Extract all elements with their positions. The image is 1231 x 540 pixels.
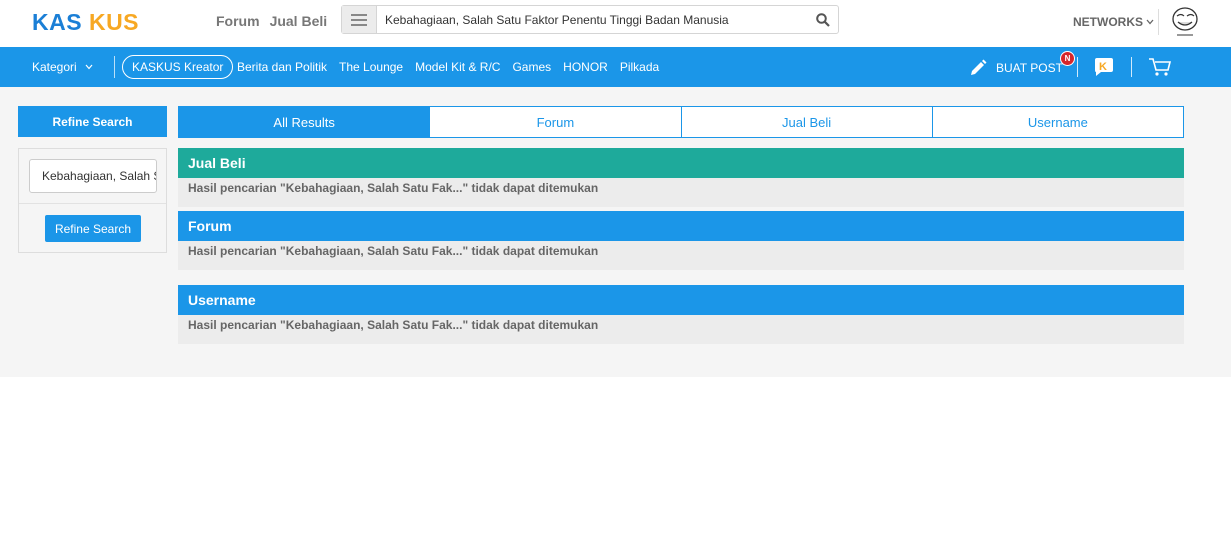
- nav-link-berita-politik[interactable]: Berita dan Politik: [237, 60, 327, 74]
- section-title: Username: [178, 285, 1184, 315]
- buat-post-button[interactable]: BUAT POST: [968, 58, 1063, 78]
- divider: [1131, 57, 1132, 77]
- search-icon[interactable]: [808, 6, 838, 33]
- hamburger-menu-icon[interactable]: [342, 6, 377, 33]
- section-username: Username Hasil pencarian "Kebahagiaan, S…: [178, 285, 1184, 344]
- section-title: Jual Beli: [178, 148, 1184, 178]
- search-results-area: Refine Search Kebahagiaan, Salah Satu Fa…: [0, 87, 1231, 377]
- search-box: Kebahagiaan, Salah Satu Faktor Penentu T…: [341, 5, 839, 34]
- search-input[interactable]: Kebahagiaan, Salah Satu Faktor Penentu T…: [377, 13, 808, 27]
- no-result-message: Hasil pencarian "Kebahagiaan, Salah Satu…: [178, 241, 1184, 270]
- divider: [19, 203, 166, 204]
- notification-badge: N: [1060, 51, 1075, 66]
- category-links: Berita dan Politik The Lounge Model Kit …: [237, 60, 671, 74]
- cart-icon[interactable]: [1148, 57, 1172, 77]
- kategori-dropdown[interactable]: Kategori: [32, 60, 93, 74]
- nav-link-games[interactable]: Games: [512, 60, 551, 74]
- no-result-message: Hasil pencarian "Kebahagiaan, Salah Satu…: [178, 178, 1184, 207]
- networks-dropdown[interactable]: NETWORKS: [1073, 15, 1154, 29]
- nav-link-pilkada[interactable]: Pilkada: [620, 60, 659, 74]
- svg-text:KAS KUS: KAS KUS: [32, 11, 139, 33]
- divider: [114, 56, 115, 78]
- chevron-down-icon: [1146, 19, 1154, 25]
- section-title: Forum: [178, 211, 1184, 241]
- no-result-message: Hasil pencarian "Kebahagiaan, Salah Satu…: [178, 315, 1184, 344]
- top-nav: Forum Jual Beli: [216, 13, 327, 29]
- kaskus-chat-icon[interactable]: K: [1093, 57, 1115, 77]
- nav-link-honor[interactable]: HONOR: [563, 60, 608, 74]
- tab-forum[interactable]: Forum: [429, 107, 680, 137]
- kaskus-kreator-button[interactable]: KASKUS Kreator: [122, 55, 234, 79]
- user-avatar[interactable]: [1169, 4, 1201, 38]
- pencil-icon: [971, 59, 987, 75]
- buat-post-label: BUAT POST: [996, 61, 1063, 75]
- tab-jual-beli[interactable]: Jual Beli: [680, 107, 932, 137]
- section-jual-beli: Jual Beli Hasil pencarian "Kebahagiaan, …: [178, 148, 1184, 207]
- divider: [1158, 9, 1159, 35]
- refine-search-input[interactable]: Kebahagiaan, Salah Satu Faktor Penentu T…: [29, 159, 157, 193]
- refine-search-button[interactable]: Refine Search: [45, 215, 141, 242]
- top-nav-jual-beli[interactable]: Jual Beli: [270, 13, 328, 29]
- result-tabs: All Results Forum Jual Beli Username: [178, 106, 1184, 138]
- chevron-down-icon: [85, 64, 93, 70]
- category-navbar: Kategori KASKUS Kreator Berita dan Polit…: [0, 47, 1231, 87]
- top-nav-forum[interactable]: Forum: [216, 13, 260, 29]
- nav-link-the-lounge[interactable]: The Lounge: [339, 60, 403, 74]
- divider: [1077, 57, 1078, 77]
- section-forum: Forum Hasil pencarian "Kebahagiaan, Sala…: [178, 211, 1184, 270]
- kaskus-logo[interactable]: KAS KUS: [32, 9, 182, 35]
- tab-username[interactable]: Username: [931, 107, 1183, 137]
- kaskus-logo-image: KAS KUS: [32, 11, 139, 33]
- nav-link-model-kit[interactable]: Model Kit & R/C: [415, 60, 500, 74]
- top-header: KAS KUS Forum Jual Beli Kebahagiaan, Sal…: [0, 0, 1231, 47]
- tab-all-results[interactable]: All Results: [179, 107, 430, 137]
- refine-search-panel: Kebahagiaan, Salah Satu Faktor Penentu T…: [18, 148, 167, 253]
- kategori-label: Kategori: [32, 60, 77, 74]
- refine-search-title: Refine Search: [18, 106, 167, 137]
- networks-label: NETWORKS: [1073, 15, 1143, 29]
- svg-text:K: K: [1099, 61, 1107, 73]
